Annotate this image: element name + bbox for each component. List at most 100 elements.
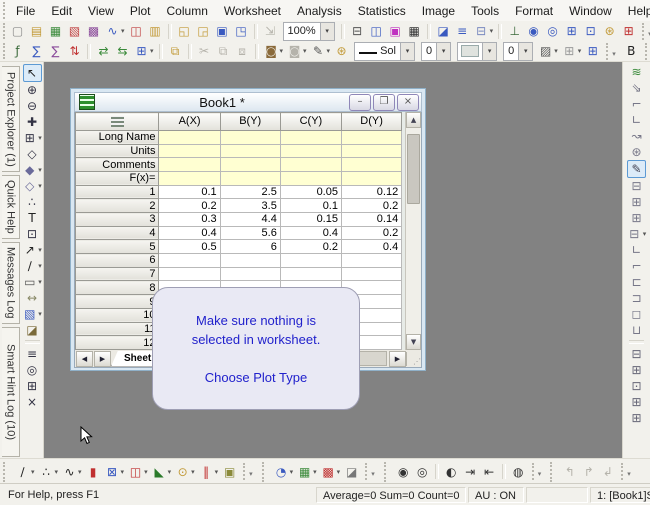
line-tool-dropdown-icon[interactable]: ▾ — [38, 262, 42, 270]
scroll-up-icon[interactable]: ▲ — [406, 112, 421, 128]
resize-grip-icon[interactable]: ⋰ — [406, 352, 421, 366]
insert-graph-button[interactable]: ▧▾ — [21, 306, 43, 322]
zoom-out-button[interactable]: ⊖ — [24, 98, 41, 114]
data-cell[interactable]: 0.14 — [341, 213, 401, 227]
data-cell[interactable]: 0.1 — [159, 185, 220, 199]
set-display-range-button[interactable]: ⇥ — [462, 463, 479, 480]
open-axes-button[interactable]: ⊔ — [628, 322, 645, 338]
data-cell[interactable]: 5.6 — [220, 226, 280, 240]
row-header-11[interactable]: 11 — [76, 322, 159, 336]
zoom-in-button[interactable]: ⊕ — [24, 82, 41, 98]
menu-edit[interactable]: Edit — [43, 1, 80, 21]
zoom-combo[interactable]: 100% ▾ — [283, 22, 335, 41]
highlight-color-button[interactable]: ◙▾ — [286, 43, 308, 60]
fill-pattern-dropdown-icon[interactable]: ▾ — [554, 47, 558, 55]
rotate-object-button[interactable]: ↲ — [599, 463, 616, 480]
label-cell[interactable] — [341, 144, 401, 158]
status-au-toggle[interactable]: AU : ON — [468, 487, 524, 503]
label-cell[interactable] — [341, 171, 401, 185]
tab-project-explorer[interactable]: Project Explorer (1) — [2, 66, 20, 172]
data-cell[interactable]: 0.2 — [341, 226, 401, 240]
selection-on-active-plot-button[interactable]: ◆▾ — [21, 162, 43, 178]
row-label-1[interactable]: Units — [76, 144, 159, 158]
label-cell[interactable] — [220, 130, 280, 144]
copy-format-button[interactable]: ⧉ — [167, 43, 184, 60]
data-cell[interactable] — [280, 254, 341, 268]
cut-button[interactable]: ✂ — [196, 43, 213, 60]
new-folder-button[interactable]: ▤ — [28, 23, 45, 40]
color-combo[interactable]: ▾ — [457, 42, 497, 61]
restore-button[interactable]: ❐ — [373, 94, 395, 111]
close-button[interactable]: × — [397, 94, 419, 111]
selection-on-all-plots-button[interactable]: ◇▾ — [21, 178, 43, 194]
new-graph-button[interactable]: ▧ — [66, 23, 83, 40]
minimize-button[interactable]: – — [349, 94, 371, 111]
area-chart-button[interactable]: ⊠▾ — [104, 463, 126, 480]
data-cell[interactable]: 0.12 — [341, 185, 401, 199]
selection-on-active-plot-dropdown-icon[interactable]: ▾ — [38, 166, 42, 174]
label-cell[interactable] — [280, 144, 341, 158]
menu-view[interactable]: View — [80, 1, 122, 21]
data-cell[interactable] — [280, 267, 341, 281]
new-layout-button[interactable]: ◫ — [128, 23, 145, 40]
sheet-scroll-left-icon[interactable]: ◀ — [76, 351, 93, 367]
line-tool-button[interactable]: ∕▾ — [21, 258, 43, 274]
data-cell[interactable]: 0.2 — [159, 199, 220, 213]
project-explorer-button[interactable]: ⊥ — [506, 23, 523, 40]
toolbar-grip[interactable] — [384, 462, 391, 482]
close-tool-button[interactable]: × — [24, 394, 41, 410]
row-header-7[interactable]: 7 — [76, 267, 159, 281]
label-cell[interactable] — [220, 171, 280, 185]
menu-column[interactable]: Column — [159, 1, 216, 21]
polar-plot-button[interactable]: ⊙▾ — [174, 463, 196, 480]
line-style-dropdown-icon[interactable]: ▾ — [400, 43, 414, 60]
left-axis-button[interactable]: ⊏ — [628, 274, 645, 290]
add-layer-button[interactable]: ⊞ — [628, 362, 645, 378]
save-project-button[interactable]: ▣ — [214, 23, 231, 40]
fill-color-button[interactable]: ◙▾ — [263, 43, 285, 60]
fill-area-plot-button[interactable]: ◣▾ — [151, 463, 173, 480]
set-column-values-button[interactable]: ƒ — [9, 43, 26, 60]
data-cell[interactable]: 6 — [220, 240, 280, 254]
scroll-right-icon[interactable]: ▶ — [389, 351, 406, 367]
new-workbook-button[interactable]: ▦ — [47, 23, 64, 40]
toolbar-overflow[interactable]: ▾ — [621, 463, 633, 480]
data-cell[interactable]: 0.05 — [280, 185, 341, 199]
column-header-1[interactable]: B(Y) — [220, 113, 280, 131]
image-plot-button[interactable]: ◪ — [343, 463, 360, 480]
selection-on-all-plots-dropdown-icon[interactable]: ▾ — [38, 182, 42, 190]
edit-axis-button[interactable]: ✎ — [627, 160, 646, 178]
zoom-dropdown-icon[interactable]: ▾ — [320, 23, 334, 40]
menu-analysis[interactable]: Analysis — [289, 1, 350, 21]
bold-button[interactable]: B — [623, 43, 640, 60]
add-new-columns-button[interactable]: ⊞ — [620, 23, 637, 40]
row-header-12[interactable]: 12 — [76, 336, 159, 350]
label-cell[interactable] — [159, 171, 220, 185]
fit-page-to-layers-button[interactable]: ⊛ — [628, 144, 645, 160]
fill-area-plot-dropdown-icon[interactable]: ▾ — [168, 468, 172, 476]
row-header-5[interactable]: 5 — [76, 240, 159, 254]
line-symbol-plot-dropdown-icon[interactable]: ▾ — [78, 468, 82, 476]
insert-matrix-button[interactable]: ⊞ — [24, 378, 41, 394]
print-preview-button[interactable]: ◫ — [368, 23, 385, 40]
find-button[interactable]: ◉ — [525, 23, 542, 40]
row-header-4[interactable]: 4 — [76, 226, 159, 240]
fill-color-dropdown-icon[interactable]: ▾ — [280, 47, 284, 55]
new-layer-dropdown-icon[interactable]: ▾ — [643, 230, 647, 238]
tab-quick-help[interactable]: Quick Help — [2, 175, 20, 239]
pointer-button[interactable]: ↖ — [23, 64, 42, 82]
data-cell[interactable] — [341, 254, 401, 268]
row-header-6[interactable]: 6 — [76, 254, 159, 268]
line-width-combo[interactable]: 0 ▾ — [421, 42, 451, 61]
insert-graph-dropdown-icon[interactable]: ▾ — [38, 310, 42, 318]
bottom-axis-button[interactable]: ∟ — [628, 242, 645, 258]
toolbar-grip[interactable] — [3, 43, 5, 59]
toolbar-overflow[interactable]: ▾ — [642, 23, 650, 40]
label-cell[interactable] — [341, 158, 401, 172]
row-label-3[interactable]: F(x)= — [76, 171, 159, 185]
insert-columns-button[interactable]: ⇄ — [95, 43, 112, 60]
command-window-button[interactable]: ⊛ — [601, 23, 618, 40]
data-cell[interactable]: 0.1 — [280, 199, 341, 213]
paste-button[interactable]: ⧈ — [234, 43, 251, 60]
data-cell[interactable]: 0.4 — [159, 226, 220, 240]
